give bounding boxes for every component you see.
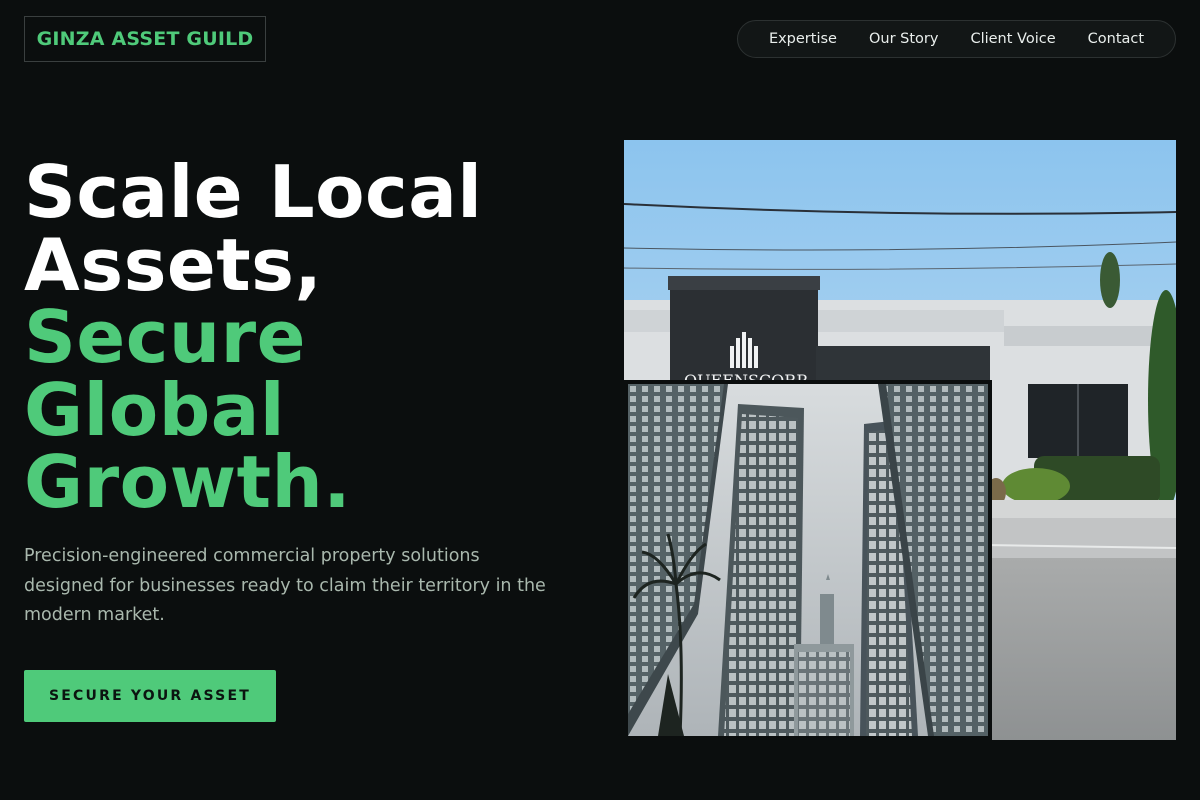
secure-asset-button[interactable]: SECURE YOUR ASSET — [24, 670, 276, 722]
headline-line-2: Assets, — [24, 222, 323, 307]
hero-headline: Scale Local Assets, Secure Global Growth… — [24, 156, 483, 519]
hero-subtext: Precision-engineered commercial property… — [24, 546, 546, 625]
page: GINZA ASSET GUILD Expertise Our Story Cl… — [0, 0, 1200, 800]
nav-item-contact[interactable]: Contact — [1088, 31, 1144, 47]
headline-line-3: Secure — [24, 295, 306, 379]
brand-logo[interactable]: GINZA ASSET GUILD — [24, 16, 266, 62]
nav-item-expertise[interactable]: Expertise — [769, 31, 837, 47]
headline-line-1: Scale Local — [24, 150, 483, 234]
towers-photo — [624, 380, 992, 740]
main-nav: Expertise Our Story Client Voice Contact — [737, 20, 1176, 58]
headline-line-4: Global — [24, 367, 286, 452]
nav-item-client-voice[interactable]: Client Voice — [970, 31, 1055, 47]
nav-item-our-story[interactable]: Our Story — [869, 31, 938, 47]
headline-line-5: Growth. — [24, 440, 352, 524]
